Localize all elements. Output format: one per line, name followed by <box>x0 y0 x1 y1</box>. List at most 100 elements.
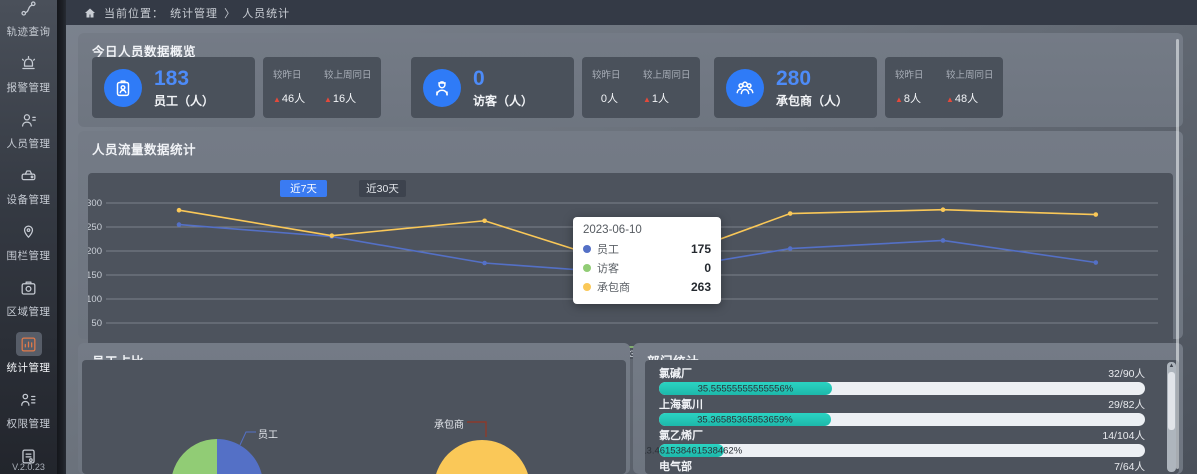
compare-lastweek-value: ▲1人 <box>643 90 694 106</box>
department-name: 上海氯川 <box>659 399 703 411</box>
series-dot-icon <box>583 283 591 291</box>
tooltip-series-name: 员工 <box>597 241 619 257</box>
sidebar-item[interactable]: 区域管理 <box>0 270 57 326</box>
contractor-point[interactable] <box>1094 212 1099 217</box>
employee-point[interactable] <box>1094 260 1099 265</box>
chart-tooltip: 2023-06-10 员工 175 <box>573 217 721 304</box>
compare-yesterday-value: ▲46人 <box>273 90 324 106</box>
compare-lastweek-label: 较上周同日 <box>946 67 997 81</box>
stat-card-main: 280 承包商（人） <box>714 57 877 118</box>
range-tab[interactable]: 近30天 <box>359 180 406 197</box>
home-icon <box>84 7 96 19</box>
up-arrow-icon: ▲ <box>643 95 651 104</box>
sidebar-item[interactable]: 设备管理 <box>0 158 57 214</box>
compare-yesterday-value: ▲0人 <box>592 90 643 106</box>
department-count: 29/82人 <box>1108 399 1145 411</box>
y-axis-tick: 150 <box>88 270 102 281</box>
compare-lastweek-value: ▲16人 <box>324 90 375 106</box>
department-name: 氯碱厂 <box>659 368 692 380</box>
employee-ratio-canvas[interactable]: 员工 承包商 <box>82 360 626 474</box>
sidebar-item-label: 报警管理 <box>7 80 51 95</box>
sidebar-item[interactable]: 权限管理 <box>0 382 57 438</box>
stat-card-value: 280 <box>776 67 848 91</box>
stat-card-label: 访客（人） <box>473 92 533 109</box>
sidebar-menu: 轨迹查询 报警管理 人员管理 设备管理 <box>0 0 57 474</box>
department-scrollbar-thumb[interactable] <box>1168 372 1175 430</box>
range-tabs: 近7天 近30天 <box>280 180 438 197</box>
department-row: 电气部 7/64人 10.9375% <box>659 461 1145 474</box>
department-bar-track: 13.461538461538462% <box>659 444 1145 457</box>
sidebar-item-label: 权限管理 <box>7 416 51 431</box>
alarm-icon <box>16 52 42 76</box>
tooltip-row: 访客 0 <box>583 260 711 276</box>
contractor-point[interactable] <box>941 207 946 212</box>
department-percent-label: 35.36585365853659% <box>697 414 793 425</box>
department-row: 氯乙烯厂 14/104人 13.461538461538462% <box>659 430 1145 457</box>
department-count: 14/104人 <box>1102 430 1145 442</box>
pie-right-slice[interactable] <box>434 440 530 474</box>
department-count: 32/90人 <box>1108 368 1145 380</box>
badge-icon <box>104 69 142 107</box>
up-arrow-icon: ▲ <box>324 95 332 104</box>
contractor-point[interactable] <box>177 208 182 213</box>
department-bar-fill: 35.36585365853659% <box>659 413 831 426</box>
department-percent-label: 35.55555555555556% <box>698 383 794 394</box>
series-dot-icon <box>583 245 591 253</box>
stat-card: 0 访客（人） 较昨日 ▲0人 较上周同日 <box>411 57 700 118</box>
compare-lastweek-label: 较上周同日 <box>324 67 375 81</box>
department-bar-fill: 13.461538461538462% <box>659 444 724 457</box>
tooltip-date: 2023-06-10 <box>583 224 711 236</box>
range-tab[interactable]: 近7天 <box>280 180 327 197</box>
version-label: V.2.0.23 <box>0 462 57 472</box>
sidebar: 轨迹查询 报警管理 人员管理 设备管理 <box>0 0 57 474</box>
page-scrollbar[interactable] <box>1176 39 1179 469</box>
contractor-point[interactable] <box>482 218 487 223</box>
stat-card-value: 0 <box>473 67 533 91</box>
sidebar-item[interactable]: 人员管理 <box>0 102 57 158</box>
breadcrumb[interactable]: 当前位置： 统计管理 〉 人员统计 <box>104 5 292 21</box>
sidebar-item-label: 设备管理 <box>7 192 51 207</box>
sidebar-item-label: 区域管理 <box>7 304 51 319</box>
compare-lastweek-value: ▲48人 <box>946 90 997 106</box>
department-scrollbar[interactable]: ▲ <box>1167 362 1176 472</box>
series-dot-icon <box>583 264 591 272</box>
flow-chart-canvas[interactable]: 0501001502002503002023-06-082023-06-0920… <box>88 173 1173 359</box>
y-axis-tick: 250 <box>88 222 102 233</box>
contractor-point[interactable] <box>330 233 335 238</box>
department-list: 氯碱厂 32/90人 35.55555555555556% <box>645 360 1179 474</box>
sidebar-item[interactable]: 围栏管理 <box>0 214 57 270</box>
department-count: 7/64人 <box>1114 461 1145 473</box>
up-arrow-icon: ▲ <box>273 95 281 104</box>
stat-card-label: 承包商（人） <box>776 92 848 109</box>
overview-panel: 今日人员数据概览 183 员工（人） <box>78 33 1183 127</box>
employee-point[interactable] <box>482 261 487 266</box>
group-icon <box>726 69 764 107</box>
overview-title: 今日人员数据概览 <box>78 33 1183 60</box>
pie-charts <box>82 360 626 474</box>
stat-card: 183 员工（人） 较昨日 ▲46人 较上周同日 <box>92 57 381 118</box>
breadcrumb-location-label: 当前位置： <box>104 8 164 20</box>
employee-point[interactable] <box>788 246 793 251</box>
sidebar-divider <box>57 0 66 474</box>
breadcrumb-separator: 〉 <box>224 8 236 20</box>
employee-point[interactable] <box>177 222 182 227</box>
contractor-point[interactable] <box>788 211 793 216</box>
employee-point[interactable] <box>941 238 946 243</box>
scroll-up-icon[interactable]: ▲ <box>1167 363 1176 369</box>
compare-yesterday-label: 较昨日 <box>895 67 946 81</box>
department-bar-fill: 35.55555555555556% <box>659 382 832 395</box>
sidebar-item-label: 轨迹查询 <box>7 24 51 39</box>
y-axis-tick: 200 <box>88 246 102 257</box>
stat-card-main: 183 员工（人） <box>92 57 255 118</box>
compare-yesterday-label: 较昨日 <box>592 67 643 81</box>
sidebar-item[interactable]: 报警管理 <box>0 46 57 102</box>
breadcrumb-section[interactable]: 统计管理 <box>170 8 218 20</box>
main-area: 今日人员数据概览 183 员工（人） <box>66 25 1197 474</box>
pie-right-label-line <box>467 422 486 437</box>
sidebar-item[interactable]: 轨迹查询 <box>0 0 57 46</box>
track-icon <box>16 0 42 20</box>
sidebar-item[interactable]: 统计管理 <box>0 326 57 382</box>
tooltip-series-value: 263 <box>691 280 711 294</box>
compare-yesterday-value: ▲8人 <box>895 90 946 106</box>
tooltip-series-value: 175 <box>691 242 711 256</box>
